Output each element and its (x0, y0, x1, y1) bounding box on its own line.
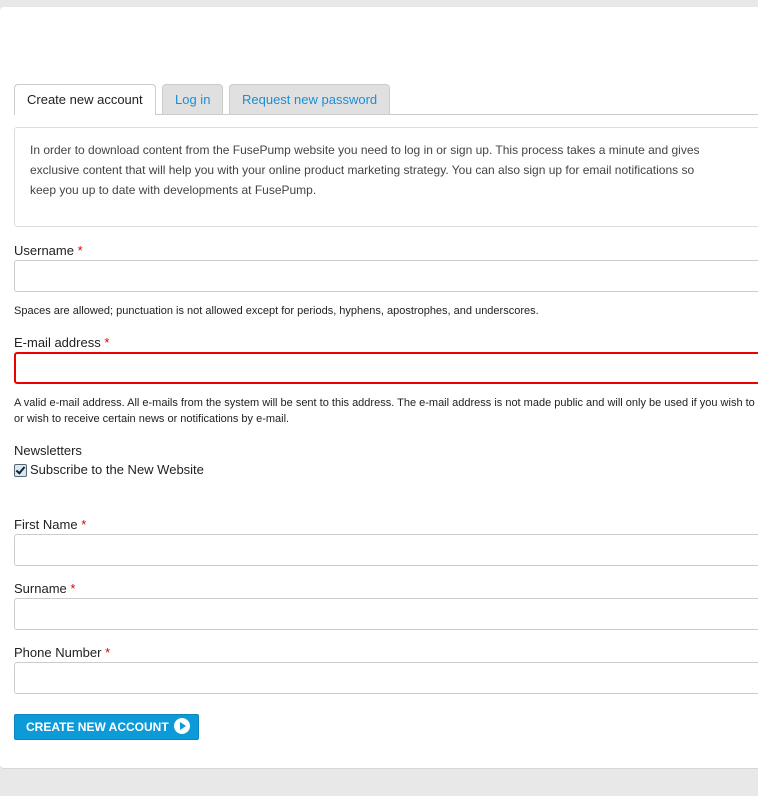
surname-label: Surname * (14, 581, 75, 596)
username-label: Username * (14, 243, 83, 258)
intro-message: In order to download content from the Fu… (14, 127, 758, 227)
create-account-button[interactable]: CREATE NEW ACCOUNT (14, 714, 199, 740)
subscribe-option[interactable]: Subscribe to the New Website (14, 462, 204, 478)
form-panel (0, 7, 758, 769)
label-text: E-mail address (14, 335, 101, 350)
username-help: Spaces are allowed; punctuation is not a… (14, 305, 539, 317)
intro-line: In order to download content from the Fu… (30, 143, 700, 157)
email-input[interactable] (14, 352, 758, 384)
first-name-label: First Name * (14, 517, 86, 532)
email-label: E-mail address * (14, 335, 109, 350)
label-text: First Name (14, 517, 78, 532)
tab-bar: Create new account Log in Request new pa… (14, 84, 758, 115)
required-marker: * (81, 517, 87, 532)
surname-input[interactable] (14, 598, 758, 630)
tab-create-account[interactable]: Create new account (14, 84, 156, 115)
required-marker: * (77, 243, 83, 258)
username-input[interactable] (14, 260, 758, 292)
intro-line: keep you up to date with developments at… (30, 183, 317, 197)
phone-label: Phone Number * (14, 645, 110, 660)
tab-request-password[interactable]: Request new password (229, 84, 391, 114)
button-label: CREATE NEW ACCOUNT (26, 720, 169, 734)
play-arrow-icon (173, 718, 190, 735)
label-text: Username (14, 243, 74, 258)
intro-line: exclusive content that will help you wit… (30, 163, 695, 177)
newsletters-label: Newsletters (14, 443, 82, 458)
label-text: Phone Number (14, 645, 102, 660)
email-help: A valid e-mail address. All e-mails from… (14, 397, 758, 409)
label-text: Surname (14, 581, 67, 596)
phone-input[interactable] (14, 662, 758, 694)
tab-log-in[interactable]: Log in (162, 84, 224, 114)
option-label: Subscribe to the New Website (30, 462, 204, 477)
first-name-input[interactable] (14, 534, 758, 566)
email-help: or wish to receive certain news or notif… (14, 413, 290, 425)
required-marker: * (70, 581, 76, 596)
required-marker: * (104, 335, 110, 350)
subscribe-checkbox[interactable] (14, 464, 27, 478)
required-marker: * (105, 645, 111, 660)
